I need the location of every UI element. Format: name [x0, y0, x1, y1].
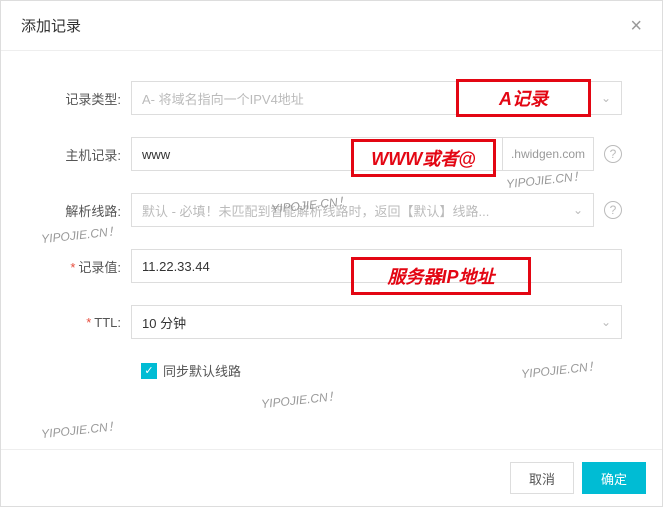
dialog-footer: 取消 确定 [1, 449, 662, 506]
close-icon[interactable]: × [630, 16, 642, 36]
chevron-down-icon: ⌄ [573, 203, 583, 217]
cancel-button[interactable]: 取消 [510, 462, 574, 494]
label-line: 解析线路: [41, 201, 131, 220]
select-record-type-text: A- 将域名指向一个IPV4地址 [142, 89, 304, 108]
select-ttl[interactable]: 10 分钟 ⌄ [131, 305, 622, 339]
help-icon[interactable]: ? [604, 145, 622, 163]
row-sync: ✓ 同步默认线路 [141, 361, 622, 380]
label-record-type: 记录类型: [41, 89, 131, 108]
label-sync: 同步默认线路 [163, 361, 241, 380]
watermark: YIPOJIE.CN！ [40, 417, 120, 442]
domain-suffix: .hwidgen.com [503, 137, 594, 171]
row-host: 主机记录: .hwidgen.com ? [41, 137, 622, 171]
ok-button[interactable]: 确定 [582, 462, 646, 494]
select-line-text: 默认 - 必填！未匹配到智能解析线路时，返回【默认】线路... [142, 201, 489, 220]
row-value: 记录值: [41, 249, 622, 283]
label-ttl: TTL: [41, 315, 131, 330]
row-line: 解析线路: 默认 - 必填！未匹配到智能解析线路时，返回【默认】线路... ⌄ … [41, 193, 622, 227]
chevron-down-icon: ⌄ [601, 315, 611, 329]
dialog-header: 添加记录 × [1, 1, 662, 51]
row-record-type: 记录类型: A- 将域名指向一个IPV4地址 ⌄ [41, 81, 622, 115]
input-value[interactable] [131, 249, 622, 283]
select-record-type[interactable]: A- 将域名指向一个IPV4地址 ⌄ [131, 81, 622, 115]
label-value: 记录值: [41, 257, 131, 276]
select-line[interactable]: 默认 - 必填！未匹配到智能解析线路时，返回【默认】线路... ⌄ [131, 193, 594, 227]
input-host[interactable] [131, 137, 503, 171]
dialog-title: 添加记录 [21, 15, 81, 36]
chevron-down-icon: ⌄ [601, 91, 611, 105]
help-icon[interactable]: ? [604, 201, 622, 219]
label-host: 主机记录: [41, 145, 131, 164]
dialog-body: 记录类型: A- 将域名指向一个IPV4地址 ⌄ 主机记录: .hwidgen.… [1, 51, 662, 410]
select-ttl-text: 10 分钟 [142, 313, 186, 332]
row-ttl: TTL: 10 分钟 ⌄ [41, 305, 622, 339]
checkbox-sync[interactable]: ✓ [141, 363, 157, 379]
